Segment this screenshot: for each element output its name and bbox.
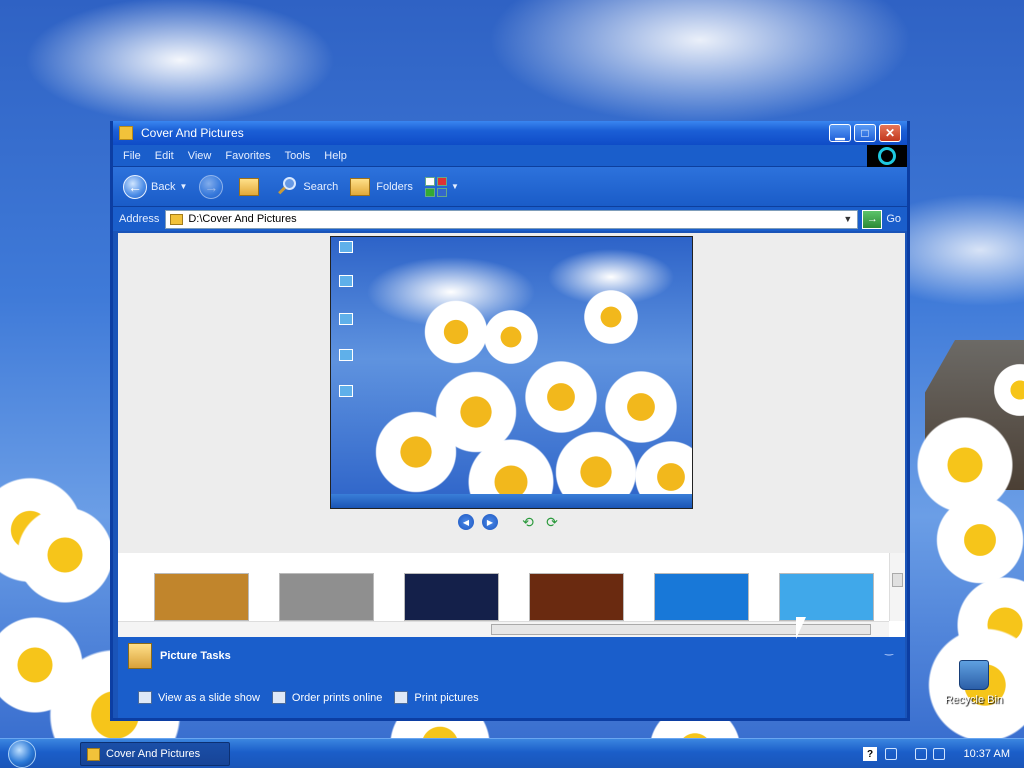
address-input[interactable]: D:\Cover And Pictures ▼ [165,209,859,229]
address-dropdown-icon[interactable]: ▼ [840,212,855,227]
title-bar[interactable]: Cover And Pictures ▁ □ ✕ [113,121,907,145]
rotate-clockwise-icon[interactable]: ⟲ [520,514,536,530]
mini-taskbar [331,494,692,508]
safely-remove-icon[interactable] [933,748,945,760]
ring-icon [878,147,896,165]
slide-show-icon [138,691,152,704]
views-icon [424,176,447,197]
computer-icon [339,275,353,287]
printer-icon [394,691,409,704]
go-button[interactable]: → Go [862,209,901,229]
search-button[interactable]: Search [277,176,339,197]
picture-tasks-icon [128,643,152,669]
menu-file[interactable]: File [123,150,141,162]
network-places-icon [339,313,353,325]
print-pictures-link[interactable]: Print pictures [394,691,479,704]
picture-tasks-panel: Picture Tasks ‿ View as a slide show Ord… [118,637,905,718]
back-button[interactable]: ← Back ▼ [123,174,187,199]
search-icon [339,241,353,253]
help-icon[interactable]: ? [863,747,877,761]
rotate-counterclockwise-icon[interactable]: ⟳ [544,514,560,530]
recycle-bin-shortcut[interactable]: Recycle Bin [938,660,1010,706]
folder-icon [87,747,100,761]
scrollbar-thumb[interactable] [491,624,871,635]
clock[interactable]: 10:37 AM [964,748,1010,760]
address-value: D:\Cover And Pictures [188,213,297,225]
print-pictures-label: Print pictures [414,691,479,704]
picture-preview-pane: ◀ ▶ ⟲ ⟳ [118,233,905,553]
dark-desktop-thumb[interactable] [404,573,499,621]
system-tray: ? 10:37 AM [855,743,1020,765]
taskbar: Cover And Pictures ? 10:37 AM [0,738,1024,768]
recycle-bin-label: Recycle Bin [944,694,1004,706]
picture-tasks-title: Picture Tasks [160,650,231,662]
views-button[interactable]: ▼ [424,176,459,197]
menu-help[interactable]: Help [324,150,347,162]
orange-spiral-thumb[interactable] [529,573,624,621]
network-icon[interactable] [885,748,897,760]
taskbar-window-label: Cover And Pictures [106,748,201,760]
start-button[interactable] [8,740,60,768]
menu-favorites[interactable]: Favorites [225,150,270,162]
filmstrip-vertical-scrollbar[interactable] [889,553,905,621]
order-prints-label: Order prints online [291,691,383,704]
picture-tasks-header[interactable]: Picture Tasks [128,643,231,669]
standard-toolbar: ← Back ▼ → Search Folders ▼ [113,167,907,207]
folder-icon [119,126,133,140]
maximize-button[interactable]: □ [854,124,876,142]
up-folder-icon [239,177,260,196]
recycle-bin-icon [959,660,989,690]
order-prints-icon [271,691,286,704]
windows-logo-thumb[interactable] [654,573,749,621]
order-prints-link[interactable]: Order prints online [271,691,383,704]
collapse-icon[interactable]: ‿ [885,645,893,656]
explorer-window: Cover And Pictures ▁ □ ✕ File Edit View … [110,121,910,721]
windows-orb-icon [8,740,36,768]
menu-edit[interactable]: Edit [155,150,174,162]
folder-icon [170,213,184,225]
city-night-thumb[interactable] [154,573,249,621]
forward-arrow-icon: → [199,174,224,199]
back-arrow-icon: ← [123,174,147,199]
back-label: Back [151,180,176,193]
address-bar: Address D:\Cover And Pictures ▼ → Go [113,207,907,231]
next-image-icon[interactable]: ▶ [482,514,498,530]
filmstrip [118,553,905,637]
recycle-bin-icon [339,349,353,361]
menu-tools[interactable]: Tools [285,150,311,162]
menu-view[interactable]: View [188,150,212,162]
forward-button[interactable]: → [199,174,227,199]
menu-bar: File Edit View Favorites Tools Help [113,145,907,167]
folders-label: Folders [376,180,413,193]
slide-show-label: View as a slide show [158,691,260,704]
windows-throbber-logo [867,145,907,167]
taskbar-window-button[interactable]: Cover And Pictures [80,742,230,766]
filmstrip-horizontal-scrollbar[interactable] [118,621,889,637]
views-dropdown-icon[interactable]: ▼ [451,182,459,191]
up-folder-button[interactable] [239,177,265,196]
windows-disc-thumb[interactable] [779,573,874,621]
volume-icon[interactable] [915,748,927,760]
go-label: Go [886,213,901,225]
daisy-decor [10,500,120,610]
search-icon [277,176,297,197]
preview-image [330,236,693,509]
slide-show-link[interactable]: View as a slide show [138,691,260,704]
close-button[interactable]: ✕ [879,124,901,142]
search-label: Search [303,180,339,193]
internet-explorer-icon [339,385,353,397]
go-arrow-icon: → [862,209,883,229]
window-title: Cover And Pictures [141,126,244,140]
folders-button[interactable]: Folders [350,177,413,196]
preview-controls: ◀ ▶ ⟲ ⟳ [458,514,560,530]
gray-clouds-thumb[interactable] [279,573,374,621]
mouse-pointer [796,617,806,639]
back-dropdown-icon[interactable]: ▼ [179,182,187,191]
folders-icon [350,177,371,196]
previous-image-icon[interactable]: ◀ [458,514,474,530]
minimize-button[interactable]: ▁ [829,124,851,142]
address-label: Address [119,213,160,225]
